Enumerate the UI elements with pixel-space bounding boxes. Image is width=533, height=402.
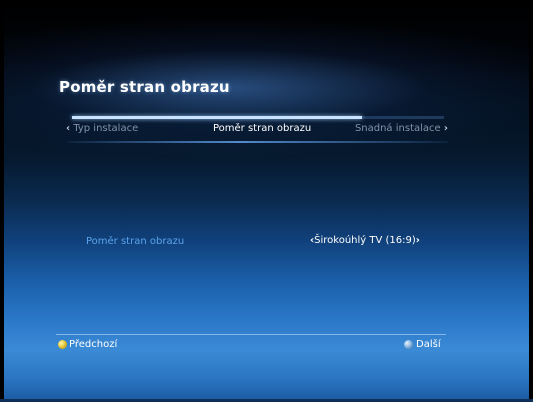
aspect-ratio-value: Širokoúhlý TV (16:9) bbox=[314, 235, 416, 246]
blue-key-icon bbox=[404, 340, 413, 349]
wizard-progress-fill bbox=[72, 116, 363, 119]
chevron-left-icon: ‹ bbox=[66, 123, 71, 134]
aspect-ratio-selector[interactable]: ‹Širokoúhlý TV (16:9)› bbox=[310, 235, 420, 246]
footer-divider bbox=[56, 334, 446, 335]
previous-button[interactable]: Předchozí bbox=[58, 339, 117, 350]
next-step-label: Snadná instalace bbox=[354, 123, 441, 134]
yellow-key-icon bbox=[58, 340, 67, 349]
next-button-label: Další bbox=[416, 339, 441, 350]
wizard-step-nav: ‹ Typ instalace Poměr stran obrazu Snadn… bbox=[62, 121, 452, 139]
prev-step-label: Typ instalace bbox=[73, 123, 139, 134]
page-title: Poměr stran obrazu bbox=[59, 78, 230, 96]
screen-right-border bbox=[529, 0, 533, 402]
step-nav-divider bbox=[68, 141, 448, 143]
wizard-progress-bar bbox=[72, 116, 444, 119]
tv-setup-screen: Poměr stran obrazu ‹ Typ instalace Poměr… bbox=[0, 0, 533, 402]
chevron-right-icon: › bbox=[443, 123, 448, 134]
next-button[interactable]: Další bbox=[404, 339, 441, 350]
current-step-label: Poměr stran obrazu bbox=[213, 123, 312, 134]
screen-left-border bbox=[0, 0, 4, 402]
previous-button-label: Předchozí bbox=[69, 339, 118, 350]
prev-step-item[interactable]: ‹ Typ instalace bbox=[66, 123, 138, 134]
aspect-ratio-label: Poměr stran obrazu bbox=[86, 236, 185, 247]
next-step-item[interactable]: Snadná instalace › bbox=[355, 123, 448, 134]
arrow-right-icon[interactable]: › bbox=[416, 235, 420, 246]
